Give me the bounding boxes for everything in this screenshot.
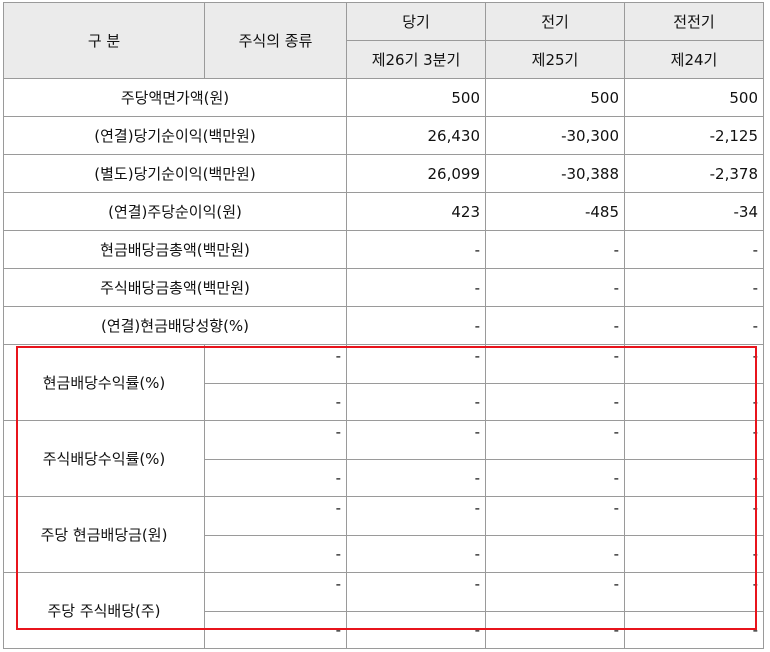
cell-prior: - <box>485 230 625 269</box>
cell-prior: - <box>485 572 625 612</box>
cell-current: - <box>346 268 486 307</box>
cell-prior: -30,300 <box>485 116 625 155</box>
table-row: (연결)당기순이익(백만원) 26,430 -30,300 -2,125 <box>3 116 764 155</box>
table-row: (별도)당기순이익(백만원) 26,099 -30,388 -2,378 <box>3 154 764 193</box>
cell-prior: - <box>485 459 625 497</box>
cell-stock-type: - <box>204 420 347 460</box>
split-row-label: 현금배당수익률(%) <box>3 344 205 421</box>
row-label: (연결)현금배당성향(%) <box>3 306 347 345</box>
cell-prior: - <box>485 383 625 421</box>
cell-prior2: - <box>624 230 764 269</box>
header-category: 구 분 <box>3 2 205 79</box>
cell-stock-type: - <box>204 496 347 536</box>
cell-prior: - <box>485 496 625 536</box>
cell-prior2: -2,125 <box>624 116 764 155</box>
header-current-period: 제26기 3분기 <box>346 40 486 79</box>
cell-prior2: 500 <box>624 78 764 117</box>
cell-current: 423 <box>346 192 486 231</box>
row-label: 주당액면가액(원) <box>3 78 347 117</box>
cell-stock-type: - <box>204 611 347 649</box>
cell-prior2: -34 <box>624 192 764 231</box>
cell-current: - <box>346 496 486 536</box>
cell-prior2: - <box>624 344 764 384</box>
row-label: (연결)당기순이익(백만원) <box>3 116 347 155</box>
cell-prior2: - <box>624 459 764 497</box>
header-current: 당기 <box>346 2 486 41</box>
cell-prior: - <box>485 344 625 384</box>
row-label: 주식배당금총액(백만원) <box>3 268 347 307</box>
row-label: (연결)주당순이익(원) <box>3 192 347 231</box>
cell-current: - <box>346 459 486 497</box>
cell-prior: - <box>485 420 625 460</box>
header-prior-period: 제25기 <box>485 40 625 79</box>
cell-prior2: - <box>624 496 764 536</box>
dividend-table: 구 분 주식의 종류 당기 전기 전전기 제26기 3분기 제25기 제24기 … <box>3 2 764 649</box>
row-label: 현금배당금총액(백만원) <box>3 230 347 269</box>
table-row: 주당 주식배당(주) - - - - <box>3 572 764 649</box>
cell-prior: 500 <box>485 78 625 117</box>
row-label: (별도)당기순이익(백만원) <box>3 154 347 193</box>
cell-prior2: - <box>624 268 764 307</box>
cell-current: 500 <box>346 78 486 117</box>
table-row: (연결)주당순이익(원) 423 -485 -34 <box>3 192 764 231</box>
table-row: 주당액면가액(원) 500 500 500 <box>3 78 764 117</box>
cell-prior2: - <box>624 535 764 573</box>
cell-current: - <box>346 344 486 384</box>
table-row: 주당 현금배당금(원) - - - - <box>3 496 764 573</box>
split-row-label: 주당 주식배당(주) <box>3 572 205 649</box>
split-row-label: 주당 현금배당금(원) <box>3 496 205 573</box>
cell-prior: - <box>485 611 625 649</box>
cell-prior: -30,388 <box>485 154 625 193</box>
cell-prior: - <box>485 535 625 573</box>
table-row: 현금배당금총액(백만원) - - - <box>3 230 764 269</box>
cell-current: 26,430 <box>346 116 486 155</box>
table-row: 주식배당금총액(백만원) - - - <box>3 268 764 307</box>
cell-current: - <box>346 383 486 421</box>
header-prior2: 전전기 <box>624 2 764 41</box>
cell-current: - <box>346 535 486 573</box>
cell-current: - <box>346 230 486 269</box>
cell-stock-type: - <box>204 344 347 384</box>
cell-current: 26,099 <box>346 154 486 193</box>
cell-stock-type: - <box>204 459 347 497</box>
cell-prior2: - <box>624 383 764 421</box>
cell-current: - <box>346 420 486 460</box>
cell-prior: - <box>485 268 625 307</box>
cell-prior2: - <box>624 611 764 649</box>
cell-prior2: -2,378 <box>624 154 764 193</box>
table-row: (연결)현금배당성향(%) - - - <box>3 306 764 345</box>
header-stock-type: 주식의 종류 <box>204 2 347 79</box>
table-row: 현금배당수익률(%) - - - - <box>3 344 764 421</box>
cell-stock-type: - <box>204 383 347 421</box>
cell-prior2: - <box>624 306 764 345</box>
cell-prior: - <box>485 306 625 345</box>
table-row: 주식배당수익률(%) - - - - <box>3 420 764 497</box>
cell-stock-type: - <box>204 572 347 612</box>
cell-prior2: - <box>624 572 764 612</box>
header-prior: 전기 <box>485 2 625 41</box>
cell-current: - <box>346 572 486 612</box>
cell-stock-type: - <box>204 535 347 573</box>
cell-current: - <box>346 611 486 649</box>
header-prior2-period: 제24기 <box>624 40 764 79</box>
split-row-label: 주식배당수익률(%) <box>3 420 205 497</box>
cell-prior: -485 <box>485 192 625 231</box>
cell-current: - <box>346 306 486 345</box>
cell-prior2: - <box>624 420 764 460</box>
